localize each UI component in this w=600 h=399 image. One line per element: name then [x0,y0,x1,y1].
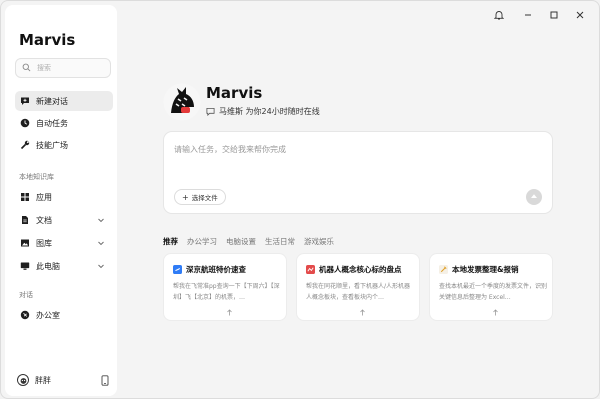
search-box[interactable] [15,58,111,78]
tab-games[interactable]: 游戏娱乐 [304,236,334,247]
tab-recommended[interactable]: 推荐 [163,236,178,247]
tab-pc-settings[interactable]: 电脑设置 [226,236,256,247]
phone-icon[interactable] [101,375,109,386]
nav-new-chat[interactable]: 新建对话 [15,91,113,111]
card-description: 帮我在飞常准pp查询一下【下周六】【深圳】飞【北京】的机票，… [173,283,280,301]
nav-label: 自动任务 [36,118,68,128]
user-profile[interactable]: 胖胖 [17,372,109,388]
category-tabs: 推荐 办公学习 电脑设置 生活日常 游戏娱乐 [163,236,343,247]
nav-label: 应用 [36,192,52,202]
tab-office-study[interactable]: 办公学习 [187,236,217,247]
wrench-icon [19,140,30,151]
card-description: 查找本机最近一个季度的发票文件，识别关键信息后整理为 Excel… [439,283,547,301]
document-icon [19,215,30,226]
section-label-kb: 本地知识库 [19,173,54,181]
chat-plus-icon [19,96,30,107]
chevron-down-icon[interactable] [97,262,105,270]
nav-label: 图库 [36,238,52,248]
arrow-up-icon [359,309,366,316]
select-file-button[interactable]: + 选择文件 [174,189,226,205]
suggestion-card[interactable]: 本地发票整理&报销 查找本机最近一个季度的发票文件，识别关键信息后整理为 Exc… [429,253,553,321]
chat-bubble-icon [206,107,215,116]
grid-icon [19,192,30,203]
sidebar: Marvis 新建对话 自动任务 技能广场 本地知识库 [5,5,117,396]
app-title: Marvis [19,31,76,49]
plus-icon: + [182,192,189,202]
hero-subtitle: 马维斯 为你24小时随时在线 [206,106,320,117]
card-title: 机器人概念核心标的盘点 [306,264,402,275]
robot-icon [306,265,315,274]
nav-label: 文档 [36,215,52,225]
send-button[interactable] [526,189,542,205]
chevron-down-icon[interactable] [97,239,105,247]
arrow-up-icon [226,309,233,316]
search-icon [22,63,32,73]
card-title: 深京航班特价速查 [173,264,246,275]
suggestion-card[interactable]: 机器人概念核心标的盘点 帮我在同花顺里，看下机器人/人形机器人概念板块，查看板块… [296,253,420,321]
nav-label: 新建对话 [36,96,68,106]
bell-icon[interactable] [493,9,505,21]
minimize-icon[interactable] [522,9,534,21]
avatar [17,374,29,386]
nav-label: 办公室 [36,310,60,320]
nav-gallery[interactable]: 图库 [15,233,113,253]
task-input[interactable] [174,144,544,184]
nav-label: 此电脑 [36,261,60,271]
suggestion-card[interactable]: 深京航班特价速查 帮我在飞常准pp查询一下【下周六】【深圳】飞【北京】的机票，… [163,253,287,321]
invoice-icon [439,265,448,274]
clock-icon [19,118,30,129]
monitor-icon [19,261,30,272]
chevron-down-icon[interactable] [97,216,105,224]
app-window: Marvis 新建对话 自动任务 技能广场 本地知识库 [0,0,600,399]
card-description: 帮我在同花顺里，看下机器人/人形机器人概念板块，查看板块内个… [306,283,411,301]
maximize-icon[interactable] [548,9,560,21]
nav-label: 技能广场 [36,140,68,150]
nav-docs[interactable]: 文档 [15,210,113,230]
conversation-item[interactable]: 办公室 [15,305,113,325]
nav-apps[interactable]: 应用 [15,187,113,207]
close-icon[interactable] [574,9,586,21]
select-file-label: 选择文件 [191,194,218,202]
hero-title: Marvis [206,84,263,102]
marvis-mascot-icon [163,83,201,121]
tab-daily-life[interactable]: 生活日常 [265,236,295,247]
arrow-up-icon [531,194,537,198]
card-title-text: 机器人概念核心标的盘点 [319,265,402,274]
card-title-text: 深京航班特价速查 [186,265,246,274]
plane-icon [173,265,182,274]
image-icon [19,238,30,249]
section-label-conv: 对话 [19,291,33,299]
user-name: 胖胖 [35,375,51,385]
nav-auto-task[interactable]: 自动任务 [15,113,113,133]
card-title-text: 本地发票整理&报销 [452,265,519,274]
card-title: 本地发票整理&报销 [439,264,519,275]
search-input[interactable] [37,64,107,72]
hero-subtitle-text: 马维斯 为你24小时随时在线 [219,107,320,116]
nav-skills[interactable]: 技能广场 [15,135,113,155]
pin-icon [19,310,30,321]
task-input-box: + 选择文件 [163,131,553,214]
arrow-up-icon [492,309,499,316]
nav-this-pc[interactable]: 此电脑 [15,256,113,276]
